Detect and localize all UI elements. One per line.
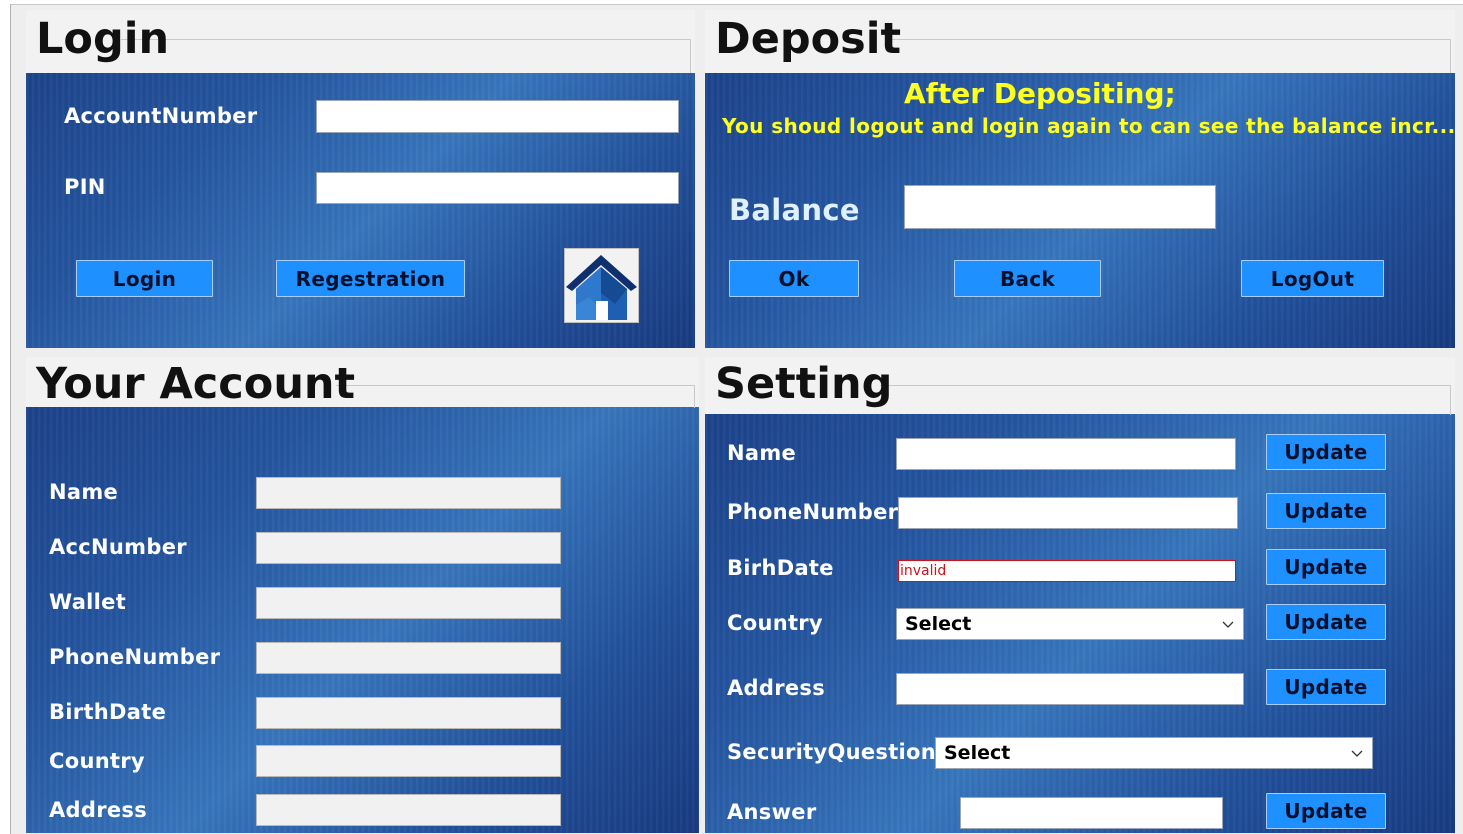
login-title: Login bbox=[36, 14, 170, 64]
account-address-label: Address bbox=[49, 798, 148, 822]
setting-phone-label: PhoneNumber bbox=[727, 500, 899, 524]
setting-country-label: Country bbox=[727, 611, 823, 635]
setting-security-question-label: SecurityQuestion bbox=[727, 740, 937, 764]
setting-name-label: Name bbox=[727, 441, 797, 465]
setting-address-label: Address bbox=[727, 676, 826, 700]
account-phone-field bbox=[256, 642, 561, 674]
account-header: Your Account bbox=[26, 357, 699, 409]
account-birthdate-label: BirthDate bbox=[49, 700, 167, 724]
setting-title: Setting bbox=[715, 359, 893, 409]
deposit-notice-text: You shoud logout and login again to can … bbox=[722, 114, 1455, 138]
setting-answer-input[interactable] bbox=[960, 797, 1223, 829]
registration-button[interactable]: Regestration bbox=[276, 260, 465, 297]
setting-birthdate-input[interactable]: invalid bbox=[898, 560, 1236, 582]
setting-address-input[interactable] bbox=[896, 673, 1244, 705]
back-button[interactable]: Back bbox=[954, 260, 1101, 297]
security-question-select[interactable]: Select bbox=[935, 737, 1373, 769]
setting-name-input[interactable] bbox=[896, 438, 1236, 470]
update-phone-button[interactable]: Update bbox=[1266, 493, 1386, 529]
account-accnumber-field bbox=[256, 532, 561, 564]
setting-panel: Setting Name Update PhoneNumber Update B… bbox=[705, 357, 1455, 833]
account-accnumber-label: AccNumber bbox=[49, 535, 187, 559]
account-name-field bbox=[256, 477, 561, 509]
login-panel: Login AccountNumber PIN Login Regestrati… bbox=[26, 10, 695, 348]
home-icon[interactable] bbox=[564, 248, 639, 323]
setting-answer-label: Answer bbox=[727, 800, 817, 824]
account-country-field bbox=[256, 745, 561, 777]
account-phone-label: PhoneNumber bbox=[49, 645, 221, 669]
deposit-title: Deposit bbox=[715, 14, 902, 64]
update-address-button[interactable]: Update bbox=[1266, 669, 1386, 705]
chevron-down-icon bbox=[1351, 750, 1363, 757]
login-button[interactable]: Login bbox=[76, 260, 213, 297]
setting-phone-input[interactable] bbox=[898, 497, 1238, 529]
update-answer-button[interactable]: Update bbox=[1266, 793, 1386, 829]
balance-label: Balance bbox=[729, 193, 860, 227]
account-number-label: AccountNumber bbox=[64, 104, 258, 128]
ok-button[interactable]: Ok bbox=[729, 260, 859, 297]
update-birthdate-button[interactable]: Update bbox=[1266, 549, 1386, 585]
account-address-field bbox=[256, 794, 561, 826]
login-header: Login bbox=[26, 10, 695, 73]
deposit-header: Deposit bbox=[705, 10, 1455, 73]
account-birthdate-field bbox=[256, 697, 561, 729]
deposit-panel: Deposit After Depositing; You shoud logo… bbox=[705, 10, 1455, 348]
pin-label: PIN bbox=[64, 175, 106, 199]
setting-birthdate-label: BirhDate bbox=[727, 556, 834, 580]
deposit-notice-heading: After Depositing; bbox=[904, 77, 1176, 110]
logout-button[interactable]: LogOut bbox=[1241, 260, 1384, 297]
account-country-label: Country bbox=[49, 749, 145, 773]
chevron-down-icon bbox=[1222, 621, 1234, 628]
country-select-value: Select bbox=[905, 613, 972, 635]
account-number-input[interactable] bbox=[316, 100, 679, 133]
update-name-button[interactable]: Update bbox=[1266, 434, 1386, 470]
account-name-label: Name bbox=[49, 480, 119, 504]
country-select[interactable]: Select bbox=[896, 608, 1244, 640]
balance-input[interactable] bbox=[904, 185, 1216, 229]
account-panel: Your Account Name AccNumber Wallet Phone… bbox=[26, 357, 699, 833]
update-country-button[interactable]: Update bbox=[1266, 604, 1386, 640]
account-wallet-field bbox=[256, 587, 561, 619]
setting-header: Setting bbox=[705, 357, 1455, 415]
pin-input[interactable] bbox=[316, 172, 679, 204]
security-question-select-value: Select bbox=[944, 742, 1011, 764]
account-wallet-label: Wallet bbox=[49, 590, 127, 614]
account-title: Your Account bbox=[36, 359, 356, 409]
